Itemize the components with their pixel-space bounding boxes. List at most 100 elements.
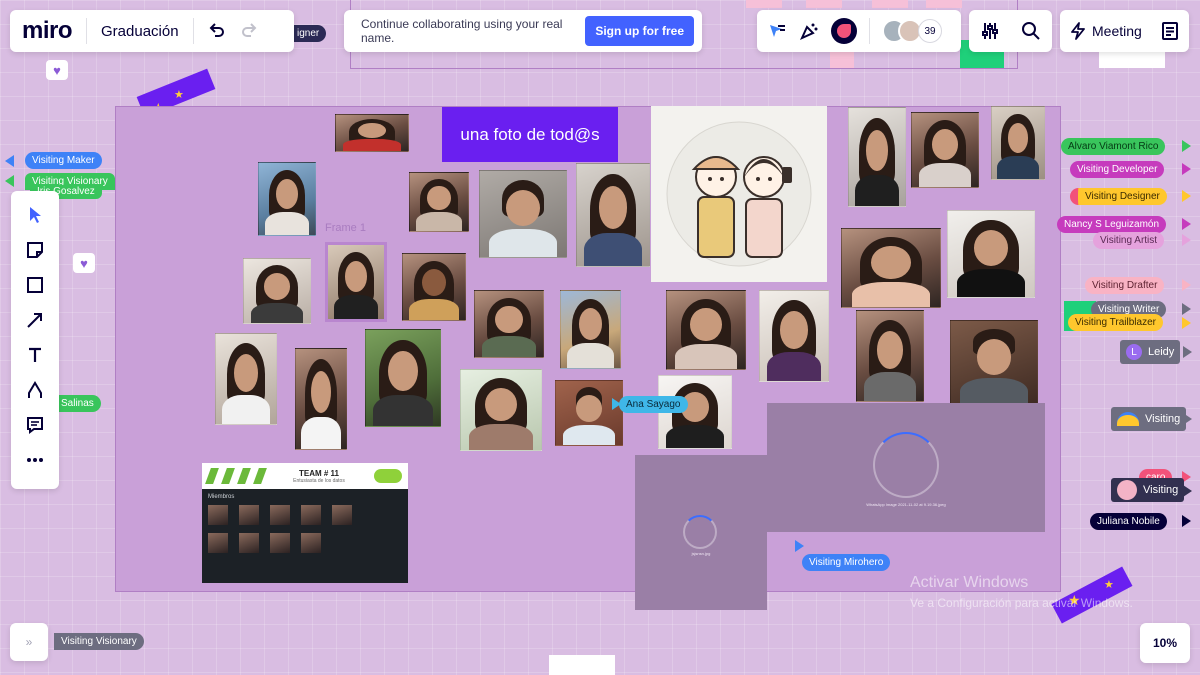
photo[interactable] xyxy=(325,242,387,322)
shape-tool-icon[interactable] xyxy=(23,273,47,297)
photo[interactable] xyxy=(576,163,650,267)
cursor-pointer-icon xyxy=(5,155,14,167)
divider xyxy=(192,18,194,44)
photo[interactable] xyxy=(335,114,409,152)
pen-tool-icon[interactable] xyxy=(23,378,47,402)
photo[interactable] xyxy=(560,290,621,369)
cursor-pointer-icon xyxy=(795,540,804,552)
redo-icon[interactable] xyxy=(240,22,258,40)
photo[interactable] xyxy=(479,170,567,258)
loading-image-caption: jsjsnsn.jpg xyxy=(691,551,711,556)
friends-illustration[interactable] xyxy=(651,106,827,282)
heart-icon: ♥ xyxy=(46,60,68,80)
cursor-follow-icon[interactable] xyxy=(767,22,787,40)
photo[interactable] xyxy=(856,310,924,402)
select-tool-icon[interactable] xyxy=(23,203,47,227)
search-icon[interactable] xyxy=(1021,21,1041,41)
windows-watermark-subtitle: Ve a Configuración para activar Windows. xyxy=(910,596,1133,610)
windows-watermark-title: Activar Windows xyxy=(910,574,1029,591)
cursor-pointer-icon xyxy=(1182,515,1191,527)
frame-title-card[interactable]: una foto de tod@s xyxy=(442,107,618,162)
user-chip[interactable]: L Leidy xyxy=(1120,340,1181,364)
cursor-label: Juliana Nobile xyxy=(1090,513,1167,530)
photo[interactable] xyxy=(474,290,544,358)
frame-label[interactable]: Frame 1 xyxy=(325,222,366,234)
user-chip[interactable]: Visiting xyxy=(1111,407,1187,431)
cursor-pointer-icon xyxy=(1182,279,1191,291)
lightning-icon[interactable] xyxy=(1070,22,1086,40)
photo[interactable] xyxy=(258,162,316,236)
cursor-label: Visiting Designer xyxy=(1070,188,1167,205)
reactions-icon[interactable] xyxy=(799,21,819,41)
heart-icon: ♥ xyxy=(73,253,95,273)
user-chip[interactable]: Visiting xyxy=(1111,478,1185,502)
avatar[interactable] xyxy=(831,18,857,44)
meeting-button[interactable]: Meeting xyxy=(1092,23,1142,39)
collaborator-count: 39 xyxy=(918,19,942,43)
undo-icon[interactable] xyxy=(208,22,226,40)
avatar: L xyxy=(1126,344,1142,360)
cursor-label: Salinas xyxy=(54,395,101,412)
board-title[interactable]: Graduación xyxy=(101,23,179,40)
cursor-label: Visiting Maker xyxy=(25,152,102,169)
team-members-label: Miembros xyxy=(208,494,235,500)
expand-panel-button[interactable]: » xyxy=(10,623,48,661)
sticky-note xyxy=(926,0,962,8)
photo[interactable] xyxy=(848,107,906,207)
divider xyxy=(869,18,870,44)
avatar xyxy=(1117,480,1137,500)
loading-image-caption: WhatsApp Image 2021-11-02 at 9.19.36.jpe… xyxy=(866,502,946,507)
photo[interactable] xyxy=(460,369,542,451)
collaboration-panel: 39 xyxy=(757,10,961,52)
signup-button[interactable]: Sign up for free xyxy=(585,16,694,46)
loading-image-small[interactable]: jsjsnsn.jpg xyxy=(635,455,767,610)
photo[interactable] xyxy=(365,329,441,427)
star-icon: ★ xyxy=(174,89,184,101)
loading-spinner-icon xyxy=(683,515,717,549)
user-chip-label: Visiting xyxy=(1145,413,1181,425)
comment-tool-icon[interactable] xyxy=(23,413,47,437)
board-header: miro Graduación xyxy=(10,10,294,52)
cursor-pointer-icon xyxy=(1182,303,1191,315)
photo[interactable] xyxy=(911,112,979,188)
photo[interactable] xyxy=(409,172,469,232)
photo[interactable] xyxy=(950,320,1038,406)
tools-panel xyxy=(969,10,1052,52)
photo[interactable] xyxy=(295,348,347,450)
text-tool-icon[interactable] xyxy=(23,343,47,367)
avatar xyxy=(1117,412,1139,426)
cursor-pointer-icon xyxy=(1182,317,1191,329)
miro-logo[interactable]: miro xyxy=(22,17,73,45)
photo[interactable] xyxy=(555,380,623,446)
photo[interactable] xyxy=(991,106,1045,180)
more-tools-icon[interactable] xyxy=(23,448,47,472)
team-card-header: TEAM # 11 Entusiasta de los datos xyxy=(202,463,408,489)
team-card-title: TEAM # 11 xyxy=(298,468,339,478)
notes-icon[interactable] xyxy=(1161,21,1179,41)
banner-text: Continue collaborating using your real n… xyxy=(361,17,563,45)
cursor-label: Visiting Drafter xyxy=(1085,277,1165,294)
photo[interactable] xyxy=(841,228,941,308)
connector-tool-icon[interactable] xyxy=(23,308,47,332)
collaborator-avatars[interactable]: 39 xyxy=(882,19,942,43)
star-icon: ★ xyxy=(1104,579,1114,591)
sliders-icon[interactable] xyxy=(980,21,1000,41)
cursor-pointer-icon xyxy=(1182,190,1191,202)
sticky-note xyxy=(830,52,854,68)
photo[interactable] xyxy=(947,210,1035,298)
loading-image-large[interactable]: WhatsApp Image 2021-11-02 at 9.19.36.jpe… xyxy=(767,403,1045,532)
sticky-note-tool-icon[interactable] xyxy=(23,238,47,262)
left-toolbar xyxy=(11,191,59,489)
meeting-panel: Meeting xyxy=(1060,10,1189,52)
photo[interactable] xyxy=(243,258,311,324)
friends-illustration-icon xyxy=(666,121,812,267)
photo[interactable] xyxy=(759,290,829,382)
photo[interactable] xyxy=(402,253,466,321)
photo[interactable] xyxy=(666,290,746,370)
team-card[interactable]: TEAM # 11 Entusiasta de los datos Miembr… xyxy=(202,463,408,583)
zoom-level: 10% xyxy=(1152,636,1178,650)
sticky-note xyxy=(872,0,908,8)
photo[interactable] xyxy=(215,333,277,425)
zoom-indicator[interactable]: 10% xyxy=(1140,623,1190,663)
cursor-pointer-icon xyxy=(1183,485,1192,497)
